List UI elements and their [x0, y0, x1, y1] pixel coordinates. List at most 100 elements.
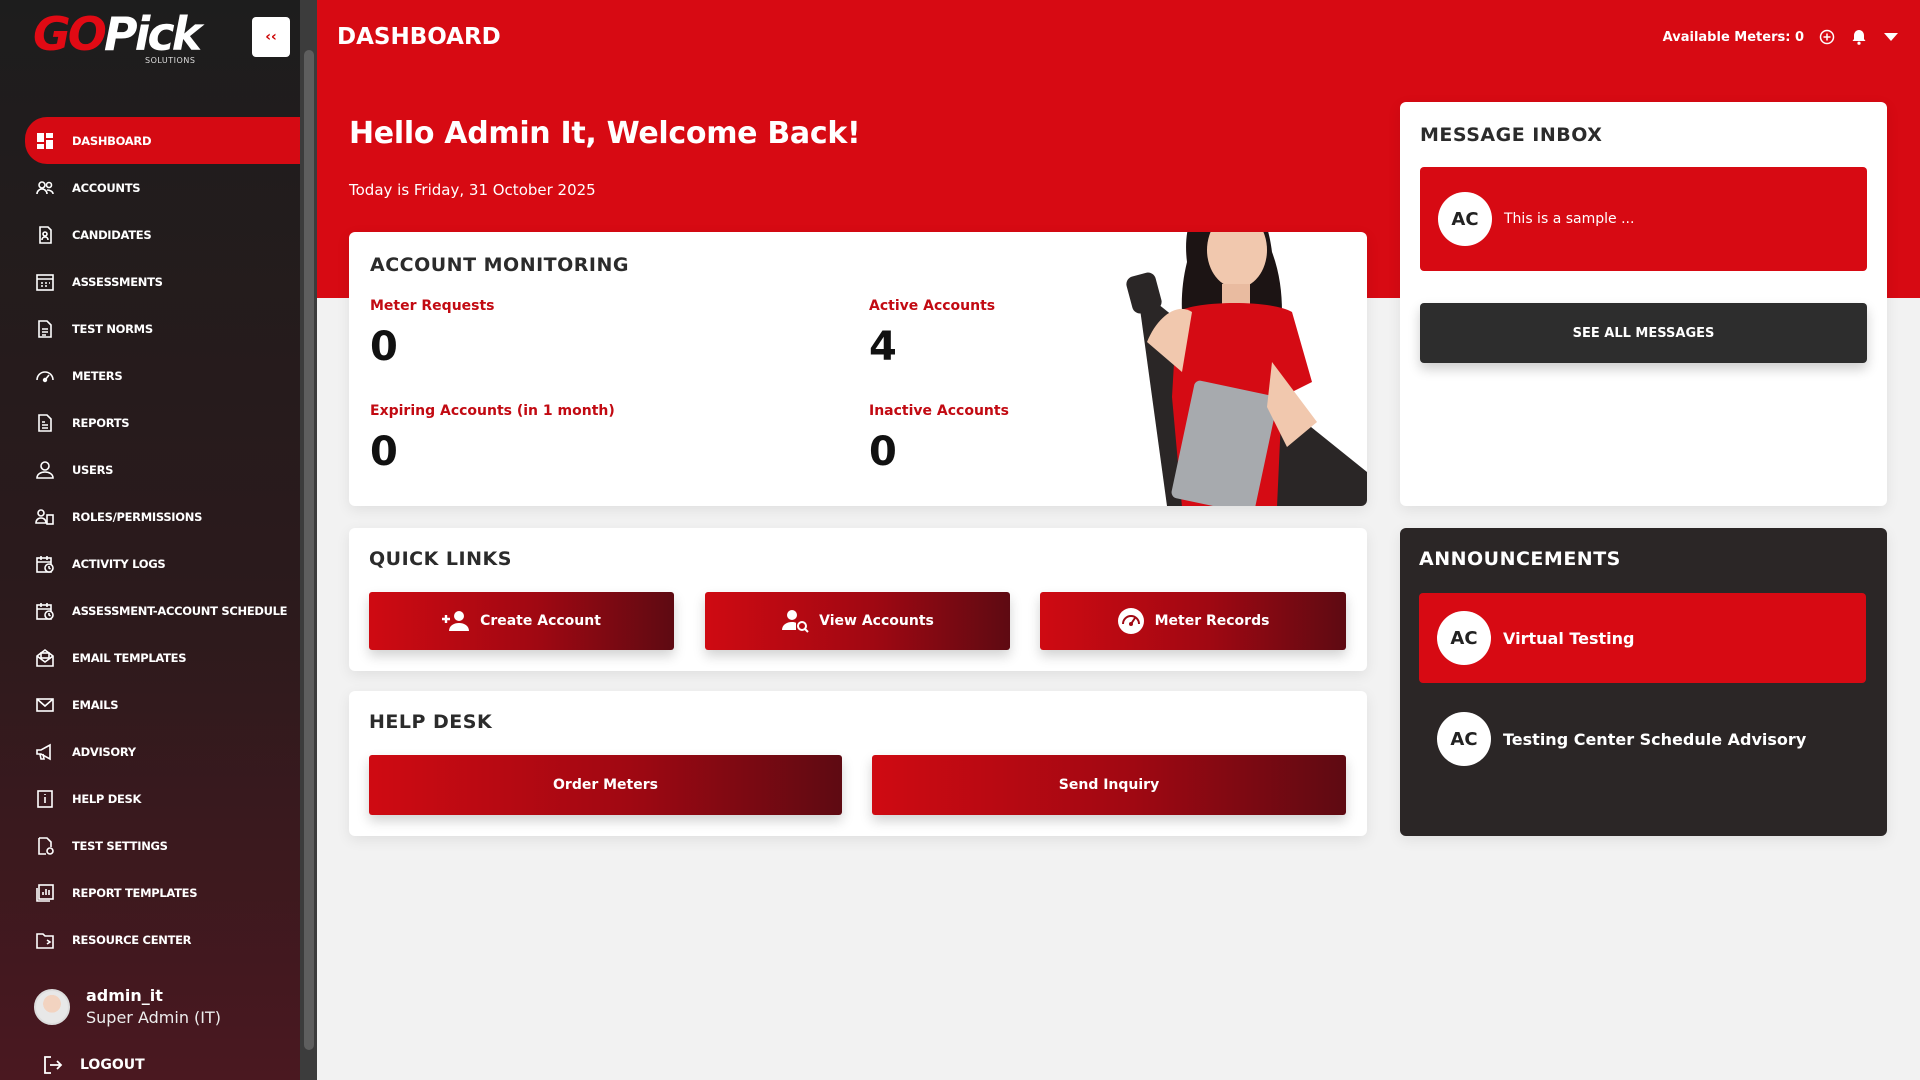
message-inbox-card: MESSAGE INBOX AC This is a sample ... SE… — [1400, 102, 1887, 506]
welcome-heading: Hello Admin It, Welcome Back! — [349, 116, 861, 151]
active-accounts-value: 4 — [869, 324, 897, 370]
users-icon — [35, 178, 55, 198]
logo-go-text: GO — [33, 7, 107, 61]
info-icon — [35, 789, 55, 809]
announcements-title: ANNOUNCEMENTS — [1419, 548, 1621, 570]
sidebar-item-roles-permissions[interactable]: ROLES/PERMISSIONS — [25, 493, 301, 540]
sidebar-scrollbar[interactable] — [300, 0, 317, 1080]
announcement-avatar: AC — [1437, 712, 1491, 766]
sidebar-item-label: ADVISORY — [72, 744, 136, 759]
sidebar-item-reports[interactable]: REPORTS — [25, 399, 301, 446]
sidebar-item-emails[interactable]: EMAILS — [25, 681, 301, 728]
sidebar-item-label: ACCOUNTS — [72, 180, 141, 195]
logout-label: LOGOUT — [80, 1057, 145, 1073]
help-desk-card: HELP DESK Order Meters Send Inquiry — [349, 691, 1367, 836]
bell-icon[interactable] — [1850, 28, 1868, 46]
report-icon — [35, 413, 55, 433]
email-template-icon — [35, 648, 55, 668]
gauge-icon — [35, 366, 55, 386]
user-icon — [35, 460, 55, 480]
announcement-item[interactable]: AC Testing Center Schedule Advisory — [1419, 694, 1866, 784]
help-desk-title: HELP DESK — [369, 711, 493, 733]
message-avatar: AC — [1438, 192, 1492, 246]
account-monitoring-card: ACCOUNT MONITORING Meter Requests 0 Acti… — [349, 232, 1367, 506]
sidebar-item-label: METERS — [72, 368, 123, 383]
view-accounts-label: View Accounts — [819, 613, 934, 629]
sidebar-item-label: DASHBOARD — [72, 133, 152, 148]
sidebar-item-label: EMAILS — [72, 697, 119, 712]
sidebar-item-accounts[interactable]: ACCOUNTS — [25, 164, 301, 211]
sidebar-item-meters[interactable]: METERS — [25, 352, 301, 399]
user-search-icon — [781, 607, 809, 635]
sidebar-item-test-norms[interactable]: TEST NORMS — [25, 305, 301, 352]
dashboard-icon — [35, 131, 55, 151]
sidebar-item-label: ROLES/PERMISSIONS — [72, 509, 203, 524]
sidebar-item-dashboard[interactable]: DASHBOARD — [25, 117, 301, 164]
sidebar-nav: DASHBOARD ACCOUNTS CANDIDATES ASSESSMENT… — [25, 117, 301, 963]
user-role: Super Admin (IT) — [86, 1008, 222, 1027]
sidebar-item-users[interactable]: USERS — [25, 446, 301, 493]
sidebar-item-label: TEST NORMS — [72, 321, 153, 336]
quick-links-card: QUICK LINKS Create Account View Accounts… — [349, 528, 1367, 671]
sidebar-item-assessment-account-schedule[interactable]: ASSESSMENT-ACCOUNT SCHEDULE — [25, 587, 301, 634]
page-title: DASHBOARD — [337, 24, 501, 50]
active-accounts-label: Active Accounts — [869, 298, 996, 314]
sidebar-item-help-desk[interactable]: HELP DESK — [25, 775, 301, 822]
message-item[interactable]: AC This is a sample ... — [1420, 167, 1867, 271]
activity-icon — [35, 554, 55, 574]
candidates-icon — [35, 225, 55, 245]
folder-icon — [35, 930, 55, 950]
avatar — [34, 989, 70, 1025]
sidebar-item-resource-center[interactable]: RESOURCE CENTER — [25, 916, 301, 963]
today-date: Today is Friday, 31 October 2025 — [349, 181, 596, 199]
announcements-card: ANNOUNCEMENTS AC Virtual Testing AC Test… — [1400, 528, 1887, 836]
announcement-item[interactable]: AC Virtual Testing — [1419, 593, 1866, 683]
available-meters: Available Meters: 0 — [1662, 29, 1804, 45]
user-profile[interactable]: admin_it Super Admin (IT) — [34, 985, 221, 1029]
announcement-label: Virtual Testing — [1503, 628, 1635, 648]
sidebar-item-label: ASSESSMENTS — [72, 274, 163, 289]
sidebar-item-label: REPORT TEMPLATES — [72, 885, 198, 900]
gopick-logo[interactable]: GOPick SOLUTIONS — [33, 10, 213, 70]
collapse-sidebar-button[interactable]: ‹‹ — [252, 17, 290, 57]
create-account-button[interactable]: Create Account — [369, 592, 674, 650]
sidebar-item-activity-logs[interactable]: ACTIVITY LOGS — [25, 540, 301, 587]
sidebar-item-label: HELP DESK — [72, 791, 142, 806]
sidebar: GOPick SOLUTIONS ‹‹ DASHBOARD ACCOUNTS C… — [0, 0, 317, 1080]
logout-icon — [44, 1056, 63, 1074]
message-inbox-title: MESSAGE INBOX — [1420, 124, 1603, 146]
inactive-accounts-value: 0 — [869, 429, 897, 475]
sidebar-item-email-templates[interactable]: EMAIL TEMPLATES — [25, 634, 301, 681]
sidebar-item-report-templates[interactable]: REPORT TEMPLATES — [25, 869, 301, 916]
send-inquiry-button[interactable]: Send Inquiry — [872, 755, 1346, 815]
calendar-icon — [35, 272, 55, 292]
announcement-label: Testing Center Schedule Advisory — [1503, 729, 1807, 749]
chevron-down-icon[interactable] — [1882, 28, 1900, 46]
create-account-label: Create Account — [480, 613, 601, 629]
message-preview: This is a sample ... — [1504, 211, 1635, 227]
settings-doc-icon — [35, 836, 55, 856]
sidebar-item-label: USERS — [72, 462, 114, 477]
sidebar-scrollbar-thumb[interactable] — [304, 50, 314, 1050]
quick-links-title: QUICK LINKS — [369, 548, 512, 570]
sidebar-item-test-settings[interactable]: TEST SETTINGS — [25, 822, 301, 869]
add-user-icon — [442, 607, 470, 635]
meter-gauge-icon — [1117, 607, 1145, 635]
sidebar-item-label: ACTIVITY LOGS — [72, 556, 166, 571]
view-accounts-button[interactable]: View Accounts — [705, 592, 1010, 650]
meter-records-button[interactable]: Meter Records — [1040, 592, 1346, 650]
logo-pick-text: Pick — [103, 7, 202, 61]
see-all-messages-button[interactable]: SEE ALL MESSAGES — [1420, 303, 1867, 363]
inactive-accounts-label: Inactive Accounts — [869, 403, 1009, 419]
meter-records-label: Meter Records — [1154, 613, 1270, 629]
sidebar-item-candidates[interactable]: CANDIDATES — [25, 211, 301, 258]
logo-subtitle: SOLUTIONS — [145, 56, 196, 65]
sidebar-item-assessments[interactable]: ASSESSMENTS — [25, 258, 301, 305]
announcement-avatar: AC — [1437, 611, 1491, 665]
logout-button[interactable]: LOGOUT — [42, 1054, 145, 1076]
account-monitoring-title: ACCOUNT MONITORING — [370, 254, 629, 276]
schedule-icon — [35, 601, 55, 621]
add-meters-icon[interactable] — [1818, 28, 1836, 46]
order-meters-button[interactable]: Order Meters — [369, 755, 842, 815]
sidebar-item-advisory[interactable]: ADVISORY — [25, 728, 301, 775]
